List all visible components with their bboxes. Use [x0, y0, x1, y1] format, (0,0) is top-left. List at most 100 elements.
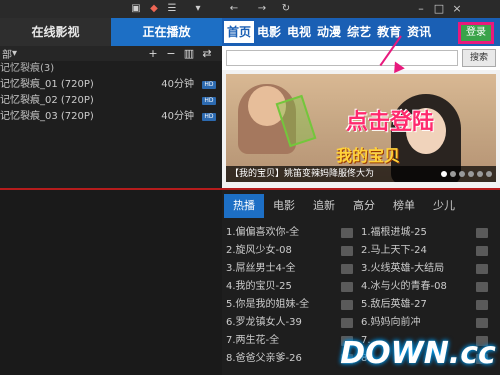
refresh-icon[interactable]: ↻ — [280, 3, 292, 15]
play-icon[interactable] — [476, 282, 488, 292]
list-item[interactable]: 4.冰与火的青春-08 — [361, 278, 496, 296]
left-tabs: 在线影视 正在播放 — [0, 18, 222, 46]
carousel-dot[interactable] — [450, 171, 456, 177]
carousel-dot[interactable] — [477, 171, 483, 177]
hd-badge: HD — [202, 81, 216, 89]
tab-online-video[interactable]: 在线影视 — [0, 18, 111, 46]
forward-arrow-icon[interactable]: → — [256, 3, 268, 15]
browser-panel: 首页 电影 电视 动漫 综艺 教育 资讯 登录 搜索 点击登陆 我的宝贝 【我的… — [222, 18, 500, 188]
nav-home[interactable]: 首页 — [224, 21, 255, 43]
tab-hot[interactable]: 热播 — [224, 194, 264, 218]
close-button[interactable]: × — [450, 2, 464, 16]
tab-new[interactable]: 追新 — [304, 194, 344, 218]
chevron-down-icon[interactable]: ▾ — [12, 48, 17, 59]
list-item[interactable]: 1.偏偏喜欢你-全 — [226, 224, 361, 242]
show-logo: 我的宝贝 — [336, 146, 401, 165]
item-name: 6.妈妈向前冲 — [361, 317, 421, 328]
item-title: 记忆裂痕_01 (720P) — [0, 79, 94, 90]
search-input[interactable] — [226, 50, 458, 66]
play-icon[interactable] — [476, 228, 488, 238]
play-icon[interactable] — [341, 264, 353, 274]
tab-top-rated[interactable]: 高分 — [344, 194, 384, 218]
item-duration: 40分钟 — [161, 79, 194, 90]
item-name: 3.屌丝男士4-全 — [226, 263, 296, 274]
site-watermark: DOWN.cc — [340, 336, 496, 371]
play-icon[interactable] — [476, 246, 488, 256]
nav-movie[interactable]: 电影 — [254, 18, 284, 46]
item-name: 4.我的宝贝-25 — [226, 281, 292, 292]
left-panel: 在线影视 正在播放 部 ▾ + − ▥ ⇄ 记忆裂痕(3) 记忆裂痕_01 (7… — [0, 18, 222, 188]
list-item[interactable]: 5.你是我的姐妹-全 — [226, 296, 361, 314]
list-item[interactable]: 3.屌丝男士4-全 — [226, 260, 361, 278]
playlist-item[interactable]: 记忆裂痕_03 (720P) 40分钟 HD — [0, 109, 222, 125]
list-item[interactable]: 6.妈妈向前冲 — [361, 314, 496, 332]
item-name: 5.敌后英雄-27 — [361, 299, 427, 310]
tab-movie[interactable]: 电影 — [264, 194, 304, 218]
carousel-dot[interactable] — [468, 171, 474, 177]
carousel-dot[interactable] — [486, 171, 492, 177]
play-icon[interactable] — [476, 264, 488, 274]
play-icon[interactable] — [341, 246, 353, 256]
nav-variety[interactable]: 综艺 — [344, 18, 374, 46]
list-tabs: 热播 电影 追新 高分 榜单 少儿 — [222, 194, 500, 218]
minimize-button[interactable]: – — [414, 2, 428, 16]
playlist-toolbar: 部 ▾ + − ▥ ⇄ — [0, 46, 222, 61]
back-arrow-icon[interactable]: ← — [228, 3, 240, 15]
item-name: 1.福根进城-25 — [361, 227, 427, 238]
list-item[interactable]: 3.火线英雄-大结局 — [361, 260, 496, 278]
play-icon[interactable] — [341, 228, 353, 238]
item-name: 8.爸爸父亲爹-26 — [226, 353, 302, 364]
empty-panel — [0, 190, 222, 375]
playlist-label[interactable]: 部 — [2, 46, 12, 61]
item-name: 6.罗龙镇女人-39 — [226, 317, 302, 328]
carousel-dot[interactable] — [459, 171, 465, 177]
remove-icon[interactable]: − — [162, 47, 180, 60]
playlist-item[interactable]: 记忆裂痕_02 (720P) HD — [0, 93, 222, 109]
play-icon[interactable] — [476, 300, 488, 310]
top-toolbar: ▣ ◆ ☰ ▾ ← → ↻ – □ × — [0, 0, 500, 18]
list-item[interactable]: 1.福根进城-25 — [361, 224, 496, 242]
playlist-group[interactable]: 记忆裂痕(3) — [0, 61, 222, 77]
play-icon[interactable] — [476, 318, 488, 328]
nav-anime[interactable]: 动漫 — [314, 18, 344, 46]
nav-news[interactable]: 资讯 — [404, 18, 434, 46]
nav-education[interactable]: 教育 — [374, 18, 404, 46]
play-icon[interactable] — [341, 318, 353, 328]
tab-now-playing[interactable]: 正在播放 — [111, 18, 222, 46]
add-icon[interactable]: + — [144, 47, 162, 60]
list-item[interactable]: 4.我的宝贝-25 — [226, 278, 361, 296]
item-name: 7.两生花-全 — [226, 335, 280, 346]
item-name: 1.偏偏喜欢你-全 — [226, 227, 300, 238]
search-button[interactable]: 搜索 — [462, 49, 496, 67]
playlist-item[interactable]: 记忆裂痕_01 (720P) 40分钟 HD — [0, 77, 222, 93]
list-item[interactable]: 2.旋风少女-08 — [226, 242, 361, 260]
swap-icon[interactable]: ⇄ — [198, 47, 216, 60]
item-name: 5.你是我的姐妹-全 — [226, 299, 310, 310]
item-duration — [158, 93, 198, 109]
login-button[interactable]: 登录 — [458, 22, 494, 44]
carousel-dot[interactable] — [441, 171, 447, 177]
play-icon[interactable] — [341, 300, 353, 310]
list-item[interactable]: 6.罗龙镇女人-39 — [226, 314, 361, 332]
item-name: 3.火线英雄-大结局 — [361, 263, 445, 274]
item-name: 2.马上天下-24 — [361, 245, 427, 256]
item-name: 2.旋风少女-08 — [226, 245, 292, 256]
hd-badge: HD — [202, 113, 216, 121]
item-duration: 40分钟 — [161, 111, 194, 122]
promo-banner[interactable]: 点击登陆 我的宝贝 【我的宝贝】姚笛变辣妈降服佟大为 — [226, 74, 496, 182]
item-title: 记忆裂痕_03 (720P) — [0, 111, 94, 122]
palette-icon[interactable]: ◆ — [148, 3, 160, 15]
tab-kids[interactable]: 少儿 — [424, 194, 464, 218]
hd-badge: HD — [202, 97, 216, 105]
list-icon[interactable]: ☰ — [166, 3, 178, 15]
menu-icon[interactable]: ▾ — [192, 3, 204, 15]
list-item[interactable]: 2.马上天下-24 — [361, 242, 496, 260]
play-icon[interactable] — [341, 282, 353, 292]
trash-icon[interactable]: ▥ — [180, 47, 198, 60]
maximize-button[interactable]: □ — [432, 2, 446, 16]
nav-tv[interactable]: 电视 — [284, 18, 314, 46]
chat-icon[interactable]: ▣ — [130, 3, 142, 15]
item-name: 4.冰与火的青春-08 — [361, 281, 447, 292]
tab-charts[interactable]: 榜单 — [384, 194, 424, 218]
list-item[interactable]: 5.敌后英雄-27 — [361, 296, 496, 314]
